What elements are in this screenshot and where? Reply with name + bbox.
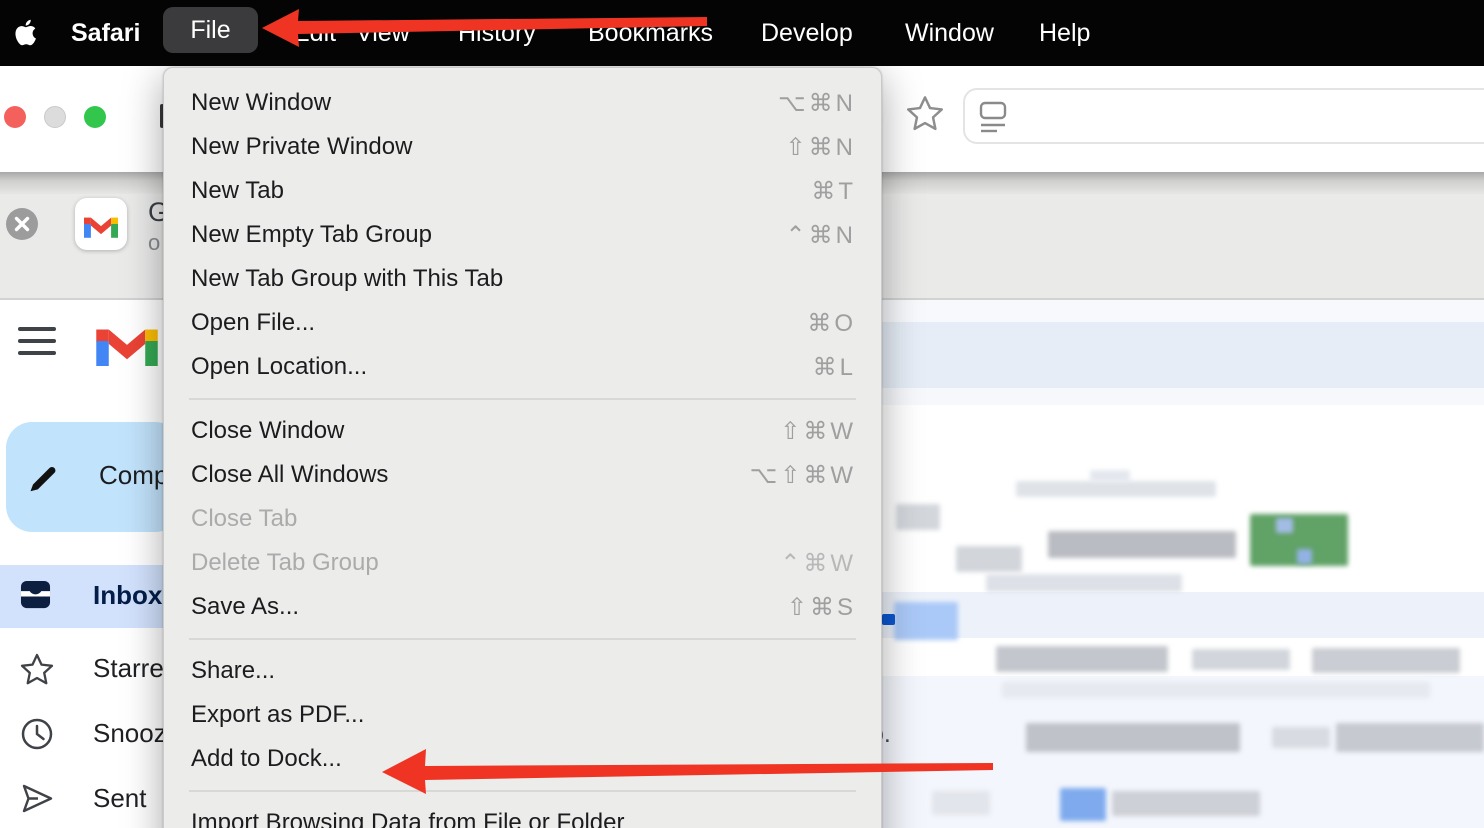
menu-item-shortcut: ⌃⌘N bbox=[786, 221, 856, 250]
file-menu-item[interactable]: New Tab ⌘T bbox=[164, 169, 881, 213]
file-menu-item[interactable]: Open Location... ⌘L bbox=[164, 345, 881, 389]
menu-item-label: New Window bbox=[191, 89, 778, 117]
star-icon bbox=[20, 652, 54, 691]
menu-item-label: Delete Tab Group bbox=[191, 549, 780, 577]
menubar-item-window[interactable]: Window bbox=[905, 0, 994, 66]
bookmark-star-icon[interactable] bbox=[906, 94, 944, 137]
minimize-traffic-light[interactable] bbox=[44, 106, 66, 128]
menu-item-label: Open File... bbox=[191, 309, 807, 337]
menu-item-shortcut: ⇧⌘S bbox=[787, 593, 856, 622]
menu-item-shortcut: ⌥⇧⌘W bbox=[750, 461, 856, 490]
file-menu-item[interactable]: Import Browsing Data from File or Folder bbox=[164, 801, 881, 828]
close-icon[interactable] bbox=[6, 208, 38, 240]
menu-item-label: Share... bbox=[191, 657, 856, 685]
menu-item-label: New Tab bbox=[191, 177, 811, 205]
menu-bar: Safari File Edit View History Bookmarks … bbox=[0, 0, 1484, 66]
file-menu-item: Close Tab bbox=[164, 497, 881, 541]
file-menu-item[interactable]: Save As... ⇧⌘S bbox=[164, 585, 881, 629]
menu-separator bbox=[189, 790, 856, 792]
menu-item-label: Close All Windows bbox=[191, 461, 750, 489]
menu-item-shortcut: ⌥⌘N bbox=[778, 89, 856, 118]
menubar-item-view[interactable]: View bbox=[356, 0, 410, 66]
menu-item-shortcut: ⌘O bbox=[807, 309, 856, 338]
file-menu-item[interactable]: Add to Dock... bbox=[164, 737, 881, 781]
menubar-app-name[interactable]: Safari bbox=[71, 0, 140, 66]
menu-item-label: New Private Window bbox=[191, 133, 786, 161]
compose-button[interactable]: Compose bbox=[6, 422, 181, 532]
menubar-item-edit[interactable]: Edit bbox=[293, 0, 336, 66]
zoom-traffic-light[interactable] bbox=[84, 106, 106, 128]
file-menu-item[interactable]: Export as PDF... bbox=[164, 693, 881, 737]
menubar-item-help[interactable]: Help bbox=[1039, 0, 1090, 66]
sidebar-item-label: Inbox bbox=[93, 580, 162, 611]
gmail-logo-icon bbox=[96, 318, 158, 371]
file-menu-item[interactable]: New Window ⌥⌘N bbox=[164, 81, 881, 125]
file-menu-item[interactable]: New Tab Group with This Tab bbox=[164, 257, 881, 301]
clock-icon bbox=[20, 717, 54, 756]
sidebar-item-starred[interactable]: Starred bbox=[0, 638, 185, 701]
sidebar-item-sent[interactable]: Sent bbox=[0, 768, 185, 828]
menu-item-shortcut: ⌘T bbox=[811, 177, 856, 206]
inbox-icon bbox=[20, 579, 51, 615]
menu-item-shortcut: ⌃⌘W bbox=[780, 549, 856, 578]
file-menu-item[interactable]: New Empty Tab Group ⌃⌘N bbox=[164, 213, 881, 257]
hamburger-menu-icon[interactable] bbox=[18, 327, 56, 363]
menu-item-label: Save As... bbox=[191, 593, 787, 621]
url-address-field[interactable] bbox=[963, 88, 1484, 144]
menu-item-label: Open Location... bbox=[191, 353, 813, 381]
send-icon bbox=[20, 782, 54, 821]
menu-item-shortcut: ⇧⌘N bbox=[786, 133, 856, 162]
menubar-item-history[interactable]: History bbox=[458, 0, 536, 66]
file-menu-item: Delete Tab Group ⌃⌘W bbox=[164, 541, 881, 585]
sidebar-item-snoozed[interactable]: Snoozed bbox=[0, 703, 185, 766]
sidebar-item-label: Sent bbox=[93, 783, 147, 814]
gmail-favicon[interactable] bbox=[75, 198, 127, 250]
apple-menu-icon[interactable] bbox=[13, 18, 37, 52]
menu-item-shortcut: ⌘L bbox=[813, 353, 856, 382]
file-menu-item[interactable]: Open File... ⌘O bbox=[164, 301, 881, 345]
menubar-item-file-active[interactable]: File bbox=[163, 7, 258, 53]
menu-item-label: Close Tab bbox=[191, 505, 856, 533]
menu-separator bbox=[189, 638, 856, 640]
screen: Compose Inbox Starred bbox=[0, 0, 1484, 828]
file-menu-item[interactable]: New Private Window ⇧⌘N bbox=[164, 125, 881, 169]
reader-view-icon[interactable] bbox=[979, 101, 1007, 140]
menu-item-label: New Tab Group with This Tab bbox=[191, 265, 856, 293]
file-menu-item[interactable]: Share... bbox=[164, 649, 881, 693]
file-menu-item[interactable]: Close Window ⇧⌘W bbox=[164, 409, 881, 453]
menu-item-label: Import Browsing Data from File or Folder bbox=[191, 809, 856, 828]
menu-item-label: Export as PDF... bbox=[191, 701, 856, 729]
menubar-item-develop[interactable]: Develop bbox=[761, 0, 853, 66]
menu-separator bbox=[189, 398, 856, 400]
menu-item-label: Close Window bbox=[191, 417, 780, 445]
menu-item-label: Add to Dock... bbox=[191, 745, 856, 773]
menubar-item-bookmarks[interactable]: Bookmarks bbox=[588, 0, 713, 66]
menu-item-shortcut: ⇧⌘W bbox=[780, 417, 856, 446]
file-menu-panel: New Window ⌥⌘N New Private Window ⇧⌘N Ne… bbox=[163, 67, 882, 828]
file-menu-item[interactable]: Close All Windows ⌥⇧⌘W bbox=[164, 453, 881, 497]
suggestion-subtitle: o bbox=[148, 230, 160, 256]
sidebar-item-inbox[interactable]: Inbox bbox=[0, 565, 185, 628]
close-window-traffic-light[interactable] bbox=[4, 106, 26, 128]
pencil-icon bbox=[26, 458, 62, 499]
menu-item-label: New Empty Tab Group bbox=[191, 221, 786, 249]
